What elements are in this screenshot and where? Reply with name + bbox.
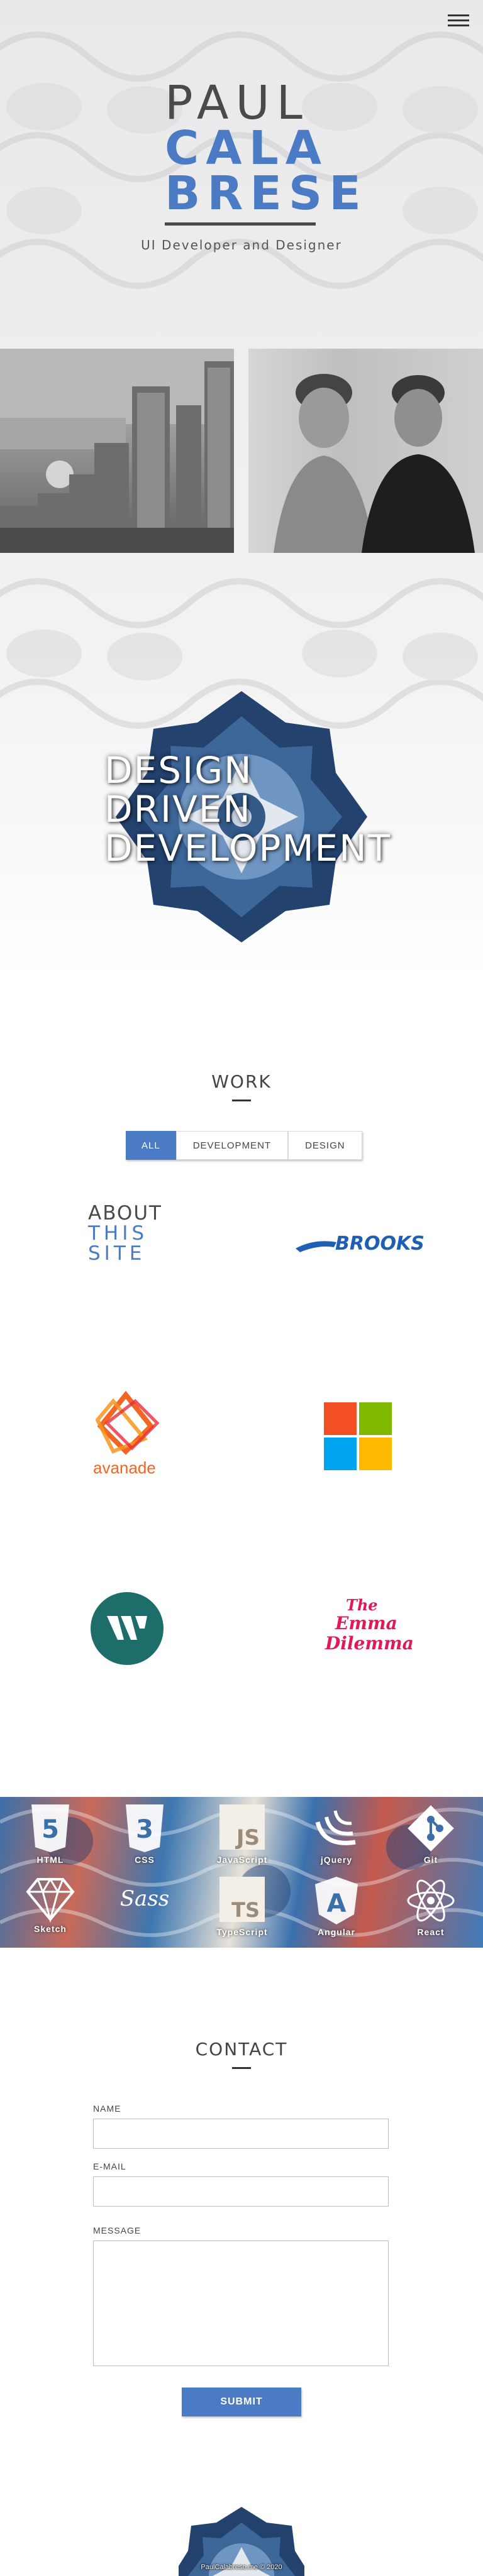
microsoft-logo [324,1402,392,1470]
brooks-wordmark: BROOKS [335,1233,425,1255]
git-icon [408,1805,454,1852]
svg-text:The: The [346,1596,378,1614]
skill-html: 5 HTML [16,1803,85,1872]
filter-development[interactable]: DEVELOPMENT [175,1131,289,1160]
html5-icon: 5 [31,1804,69,1852]
tagline: UI Developer and Designer [141,237,342,253]
logo-line-cala: CALA [165,121,329,175]
filter-all[interactable]: ALL [126,1131,176,1160]
typescript-icon: TS [219,1877,265,1922]
svg-text:Dilemma: Dilemma [325,1633,414,1654]
email-field[interactable] [93,2176,389,2207]
work-title-rule [232,1100,251,1101]
work-item-emma-dilemma[interactable]: The Emma Dilemma [324,1593,475,1687]
work-item-avanade[interactable]: avanade [88,1389,239,1483]
jquery-icon [315,1810,356,1845]
logo-line-paul: PAUL [165,76,309,130]
svg-text:JS: JS [235,1825,260,1850]
contact-title-rule [232,2067,251,2069]
skills-banner: 5 HTML 3 CSS JS JavaScript jQuery Git Sk… [0,1797,483,1948]
work-item-brooks[interactable]: BROOKS [292,1228,443,1323]
skill-jquery: jQuery [302,1803,371,1872]
svg-text:Sass: Sass [120,1886,169,1911]
name-label: NAME [93,2104,121,2114]
design-driven-development-heading: DESIGN DRIVEN DEVELOPMENT [104,749,392,870]
hero-section: PAUL CALA BRESE UI Developer and Designe… [0,0,483,980]
logo-underline [165,222,316,226]
city-skyline-photo [0,349,234,553]
submit-button[interactable]: SUBMIT [182,2388,301,2416]
name-field[interactable] [93,2119,389,2149]
svg-text:A: A [327,1889,347,1918]
about-this-site-logo: ABOUT THIS SITE [88,1202,162,1265]
avanade-wordmark: avanade [93,1458,156,1477]
message-field[interactable] [93,2240,389,2366]
svg-text:Emma: Emma [335,1613,397,1634]
menu-button[interactable] [448,11,469,30]
skill-sass: Sass [110,1875,179,1945]
svg-text:3: 3 [136,1815,153,1844]
site-logo[interactable]: PAUL CALA BRESE [165,76,368,226]
work-item-about-this-site[interactable]: ABOUT THIS SITE [88,1203,239,1297]
emma-dilemma-logo: The Emma Dilemma [325,1596,414,1654]
work-item-w-logo[interactable] [89,1591,240,1685]
skill-css: 3 CSS [110,1803,179,1872]
skill-react: React [396,1875,465,1945]
angular-icon: A [315,1877,358,1924]
skill-typescript: TS TypeScript [208,1875,277,1945]
brooks-logo: BROOKS [296,1233,425,1255]
contact-title: CONTACT [195,2039,288,2060]
skill-javascript: JS JavaScript [208,1803,277,1872]
work-filter-tabs: ALL DEVELOPMENT DESIGN [126,1131,362,1160]
skill-git: Git [396,1803,465,1872]
filter-design[interactable]: DESIGN [288,1131,362,1160]
svg-text:TS: TS [231,1898,260,1922]
javascript-icon: JS [219,1804,265,1850]
work-title: WORK [211,1071,272,1092]
portrait-photo [248,349,483,553]
email-label: E-MAIL [93,2161,126,2171]
w-circle-logo [91,1592,164,1665]
skill-sketch: Sketch [16,1875,85,1945]
avanade-logo: avanade [93,1390,160,1477]
page: PAUL CALA BRESE UI Developer and Designe… [0,0,483,2576]
react-icon [407,1879,455,1922]
copyright-text: PaulCalabrese.me © 2020 [201,2563,282,2571]
skill-angular: A Angular [302,1875,371,1945]
sass-icon: Sass [120,1886,169,1911]
svg-text:5: 5 [42,1815,59,1844]
logo-line-brese: BRESE [165,166,368,221]
work-item-microsoft[interactable] [324,1402,475,1497]
css3-icon: 3 [126,1804,164,1852]
message-label: MESSAGE [93,2225,142,2235]
sketch-icon [26,1877,75,1923]
hamburger-icon [448,14,469,16]
